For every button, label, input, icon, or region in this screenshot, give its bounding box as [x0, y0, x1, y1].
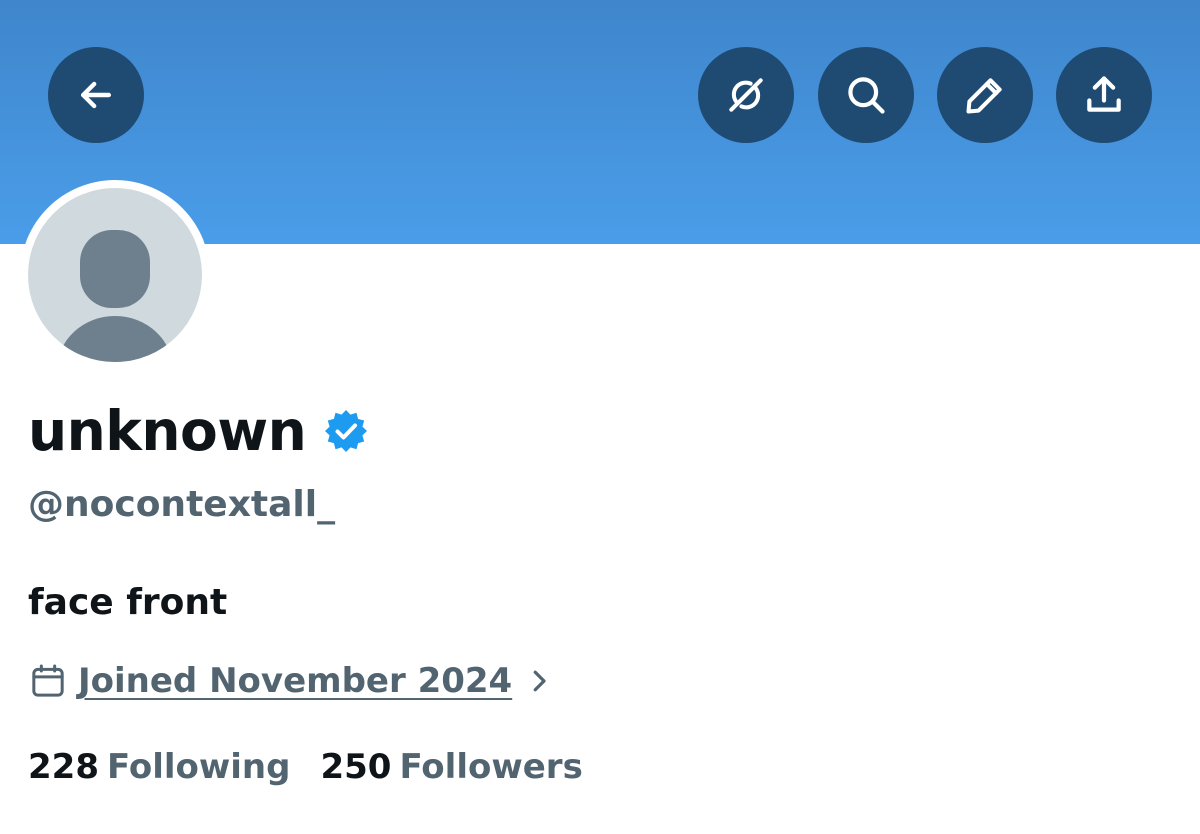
display-name: unknown: [28, 399, 307, 463]
share-icon: [1087, 76, 1121, 112]
following-link[interactable]: 228 Following: [28, 747, 290, 787]
chevron-right-icon: [533, 670, 546, 692]
followers-link[interactable]: 250 Followers: [320, 747, 582, 787]
pencil-icon: [966, 78, 1002, 114]
back-button[interactable]: [48, 47, 144, 143]
profile-handle: @nocontextall_: [28, 484, 336, 525]
arrow-left-icon: [80, 81, 112, 109]
joined-date-text[interactable]: Joined November 2024: [78, 661, 512, 701]
followers-count: 250: [320, 747, 392, 787]
share-button[interactable]: [1056, 47, 1152, 143]
search-icon: [848, 77, 885, 114]
joined-date-link[interactable]: Joined November 2024: [28, 656, 554, 706]
following-count: 228: [28, 747, 99, 787]
follow-stats: 228 Following 250 Followers: [28, 742, 583, 792]
grok-icon: [729, 78, 763, 112]
profile-avatar[interactable]: [20, 180, 210, 370]
grok-button[interactable]: [698, 47, 794, 143]
calendar-icon: [32, 664, 64, 697]
followers-label: Followers: [399, 747, 583, 787]
name-row: unknown: [28, 395, 370, 467]
search-button[interactable]: [818, 47, 914, 143]
default-avatar-image: [28, 188, 202, 362]
profile-bio: face front: [28, 582, 228, 623]
edit-button[interactable]: [937, 47, 1033, 143]
verified-badge-icon[interactable]: [322, 407, 370, 455]
following-label: Following: [106, 747, 291, 787]
